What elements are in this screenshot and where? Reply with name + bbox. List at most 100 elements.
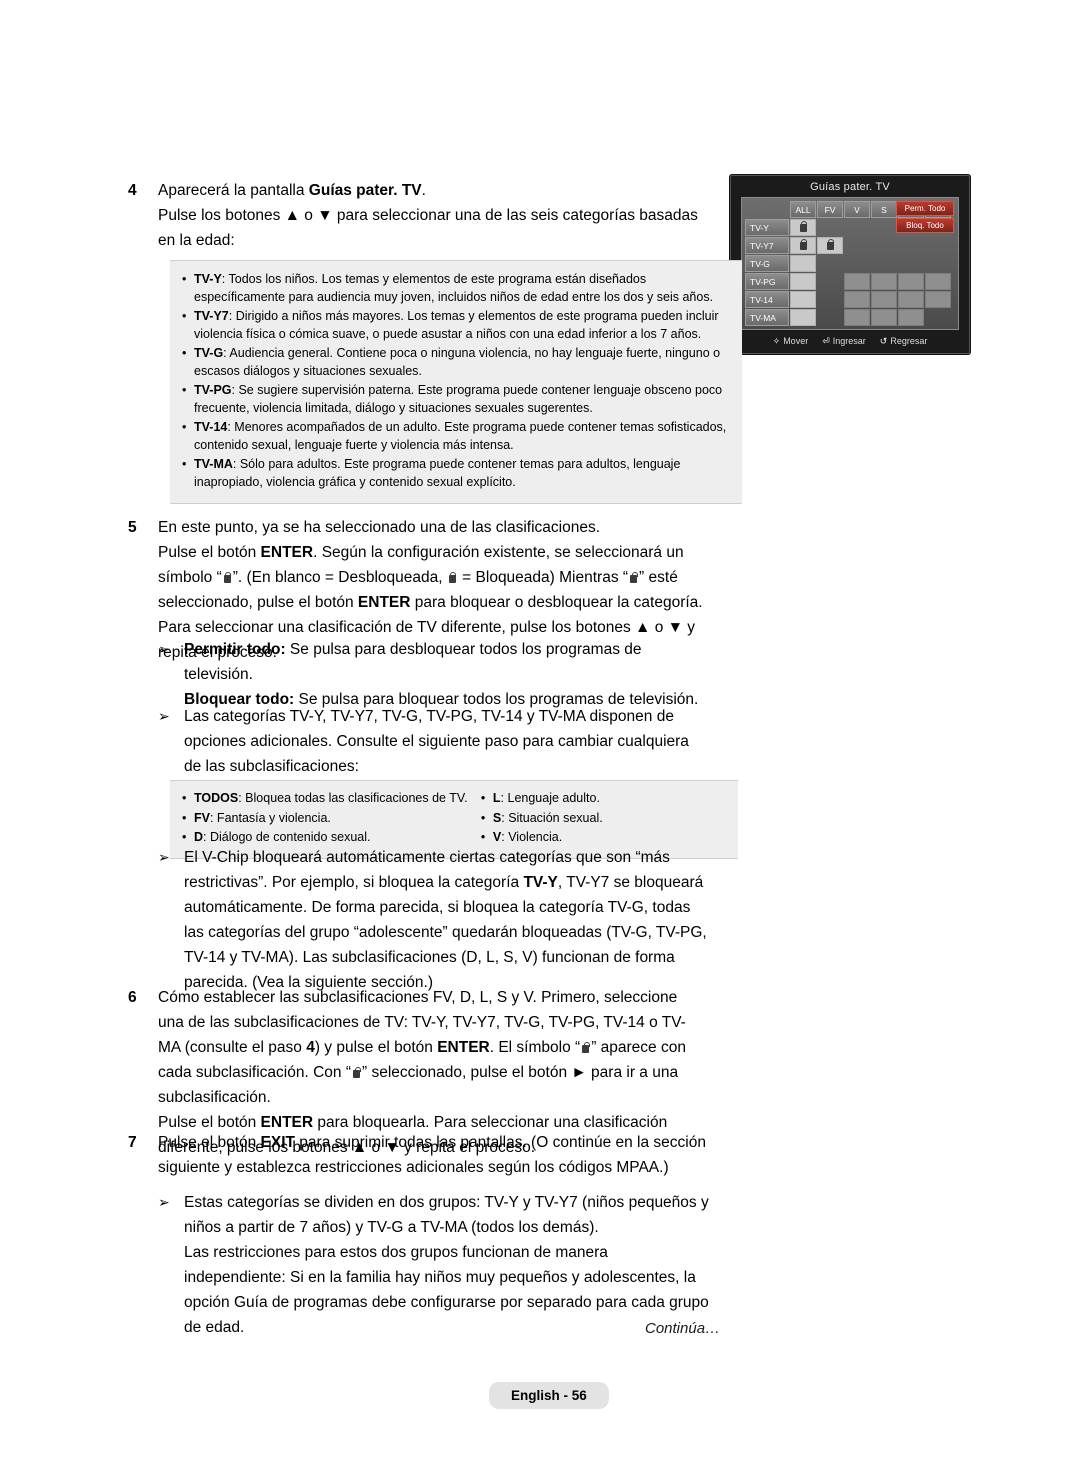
rating-code: TV-Y7 [194,309,229,323]
list-item: TV-Y7: Dirigido a niños más mayores. Los… [180,308,728,343]
lock-icon [826,238,834,250]
step-5-line1: En este punto, ya se ha seleccionado una… [158,519,601,536]
arrow-bullet-icon: ➢ [158,641,170,657]
step-5-line4a: seleccionado, pulse el botón [158,594,358,611]
osd-row-tv-g[interactable]: TV-G [745,255,789,272]
osd-footer: ✧ Mover ⏎ Ingresar ↺ Regresar [731,330,969,353]
osd-col-fv[interactable]: FV [817,201,843,218]
move-icon: ✧ [772,336,781,346]
osd-cell-tv14-d[interactable] [925,291,951,308]
step-6-line6a: Pulse el botón [158,1114,261,1131]
osd-cell-tvma-all[interactable] [790,309,816,326]
a3-line5: TV-14 y TV-MA). Las subclasificaciones (… [184,949,675,966]
osd-footer-enter: ⏎ Ingresar [822,336,866,347]
osd-cell-tv14-s[interactable] [871,291,897,308]
step-5-number: 5 [128,519,137,536]
a4-line5: opción Guía de programas debe configurar… [184,1294,709,1311]
a4-line1: Estas categorías se dividen en dos grupo… [184,1194,709,1211]
step-6-line3c: ) y pulse el botón [314,1039,438,1056]
list-item: L: Lenguaje adulto. [479,790,728,808]
bullet-vchip: ➢ El V-Chip bloqueará automáticamente ci… [158,845,728,995]
osd-cell-tvg-d [925,255,951,272]
rating-text: : Se sugiere supervisión paterna. Este p… [194,383,723,415]
subratings-list-2: L: Lenguaje adulto. S: Situación sexual.… [479,790,728,847]
step-5-line4c: para bloquear o desbloquear la categoría… [410,594,703,611]
a3-line4: las categorías del grupo “adolescente” q… [184,924,707,941]
osd-row-tv-y7[interactable]: TV-Y7 [745,237,789,254]
osd-row-tv-14[interactable]: TV-14 [745,291,789,308]
osd-col-s[interactable]: S [871,201,897,218]
osd-row-tv-pg[interactable]: TV-PG [745,273,789,290]
osd-cell-tvy7-fv[interactable] [817,237,843,254]
enter-keyword: ENTER [357,594,411,611]
osd-cell-tvpg-l[interactable] [898,273,924,290]
list-item: TV-PG: Se sugiere supervisión paterna. E… [180,382,728,417]
subrating-code: TODOS [194,791,239,805]
osd-cell-tvpg-all[interactable] [790,273,816,290]
osd-cell-tv14-all[interactable] [790,291,816,308]
step-5-line2c: . Según la configuración existente, se s… [313,544,684,561]
osd-cell-tvma-s[interactable] [871,309,897,326]
osd-cell-tvpg-s[interactable] [871,273,897,290]
osd-cell-tvy7-all[interactable] [790,237,816,254]
a4-line4: independiente: Si en la familia hay niño… [184,1269,696,1286]
enter-keyword: ENTER [437,1039,490,1056]
subrating-text: : Diálogo de contenido sexual. [203,830,371,844]
bullet-permitir-bloquear: ➢ Permitir todo: Se pulsa para desbloque… [158,637,718,712]
rating-code: TV-PG [194,383,232,397]
bullet-text: Permitir todo: Se pulsa para desbloquear… [184,637,718,712]
step-5-line3d: ” esté [639,569,678,586]
bullet-text: Las categorías TV-Y, TV-Y7, TV-G, TV-PG,… [184,704,718,779]
arrow-bullet-icon: ➢ [158,849,170,865]
osd-cell-tvy7-s [871,237,897,254]
osd-cell-tv14-v[interactable] [844,291,870,308]
step-5-line3a: símbolo “ [158,569,222,586]
allow-all-button[interactable]: Perm. Todo [896,201,954,216]
rating-code: TV-14 [194,420,228,434]
rating-code: TV-Y [194,272,222,286]
subrating-text: : Fantasía y violencia. [209,810,331,825]
osd-row-tv-y[interactable]: TV-Y [745,219,789,236]
page-number-badge: English - 56 [489,1382,609,1409]
osd-cell-tvy7-l [898,237,924,254]
step-4: 4 Aparecerá la pantalla Guías pater. TV.… [128,178,718,253]
osd-cell-tvg-all[interactable] [790,255,816,272]
osd-col-v[interactable]: V [844,201,870,218]
list-item: V: Violencia. [479,829,728,847]
arrow-bullet-icon: ➢ [158,708,170,724]
ratings-description-box: TV-Y: Todos los niños. Los temas y eleme… [170,260,742,504]
lock-icon [799,220,807,232]
osd-cell-tvy-s [871,219,897,236]
lock-icon [353,1067,361,1078]
osd-cell-tvpg-fv [817,273,843,290]
osd-action-buttons: Perm. Todo Bloq. Todo [896,201,954,233]
continua-label: Continúa… [645,1320,721,1337]
osd-cell-tvma-v[interactable] [844,309,870,326]
step-7-line1c: para suprimir todas las pantallas. (O co… [295,1134,706,1151]
osd-screenshot-tv-guidelines: Guías pater. TV ALL FV V S L D TV-Y [730,175,970,354]
osd-cell-tv14-l[interactable] [898,291,924,308]
osd-cell-tvpg-d[interactable] [925,273,951,290]
step-4-line3: en la edad: [158,232,235,249]
osd-cell-tvg-s [871,255,897,272]
osd-grid-wrapper: ALL FV V S L D TV-Y TV-Y7 [741,197,959,330]
step-4-line1-post: . [421,182,426,199]
osd-col-all[interactable]: ALL [790,201,816,218]
step-4-number: 4 [128,182,137,199]
step-6-line4b: ” seleccionado, pulse el botón [362,1064,572,1081]
a4-line6: de edad. [184,1319,245,1336]
block-all-button[interactable]: Bloq. Todo [896,218,954,233]
subrating-text: : Violencia. [501,830,563,844]
osd-cell-tvy-all[interactable] [790,219,816,236]
osd-cell-tvpg-v[interactable] [844,273,870,290]
osd-cell-tvma-l[interactable] [898,309,924,326]
step-6-line2: una de las subclasificaciones de TV: TV-… [158,1014,686,1031]
osd-row-tv-ma[interactable]: TV-MA [745,309,789,326]
subratings-column-2: L: Lenguaje adulto. S: Situación sexual.… [479,790,728,849]
subratings-column-1: TODOS: Bloquea todas las clasificaciones… [180,790,479,849]
a3-line3: automáticamente. De forma parecida, si b… [184,899,691,916]
step-7-text: Pulse el botón EXIT para suprimir todas … [158,1130,706,1180]
tv-y-keyword: TV-Y [523,874,558,891]
list-item: TV-14: Menores acompañados de un adulto.… [180,419,728,454]
osd-cell-tvg-l [898,255,924,272]
